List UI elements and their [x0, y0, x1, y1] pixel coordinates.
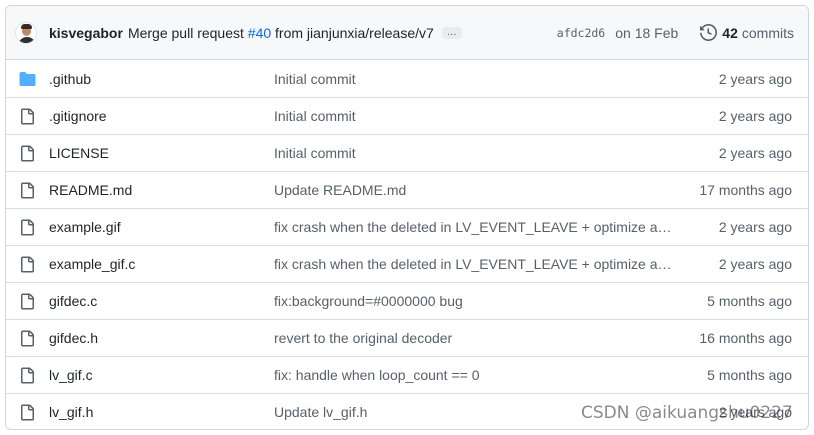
file-commit-message-link[interactable]: fix:background=#0000000 bug: [274, 293, 674, 309]
expand-message-button[interactable]: …: [441, 26, 462, 39]
file-name-link[interactable]: .github: [49, 71, 91, 87]
file-icon: [18, 255, 36, 273]
file-icon: [18, 366, 36, 384]
commit-date: on 18 Feb: [615, 24, 679, 41]
file-row[interactable]: lv_gif.c fix: handle when loop_count == 0…: [6, 356, 808, 393]
file-name-link[interactable]: LICENSE: [49, 145, 109, 161]
file-commit-message-link[interactable]: Update README.md: [274, 182, 674, 198]
file-commit-age: 2 years ago: [718, 70, 792, 87]
file-name-link[interactable]: example_gif.c: [49, 256, 135, 272]
commit-count: 42: [722, 24, 738, 41]
file-name-link[interactable]: gifdec.h: [49, 330, 98, 346]
file-icon: [18, 181, 36, 199]
file-row[interactable]: example.gif fix crash when the deleted in…: [6, 208, 808, 245]
commit-count-label: commits: [741, 24, 794, 41]
commit-author[interactable]: kisvegabor: [49, 25, 123, 41]
author-avatar[interactable]: [15, 21, 37, 44]
latest-commit-bar: kisvegabor Merge pull request #40 from j…: [6, 6, 808, 60]
file-list: .github Initial commit 2 years ago .gitigno…: [6, 60, 808, 429]
file-commit-message-link[interactable]: Initial commit: [274, 145, 674, 161]
file-commit-message-link[interactable]: fix crash when the deleted in LV_EVENT_L…: [274, 219, 674, 235]
file-browser: kisvegabor Merge pull request #40 from j…: [5, 5, 809, 430]
file-commit-age: 2 years ago: [718, 219, 792, 235]
file-row[interactable]: example_gif.c fix crash when the deleted …: [6, 245, 808, 282]
file-commit-message-link[interactable]: revert to the original decoder: [274, 330, 674, 346]
file-row[interactable]: README.md Update README.md 17 months ago: [6, 171, 808, 208]
file-commit-age: 2 years ago: [718, 145, 792, 161]
file-row[interactable]: gifdec.c fix:background=#0000000 bug 5 mon…: [6, 282, 808, 319]
file-icon: [18, 218, 36, 236]
file-icon: [18, 292, 36, 310]
file-name-link[interactable]: README.md: [49, 182, 132, 198]
file-commit-age: 16 months ago: [699, 330, 792, 346]
file-commit-message-link[interactable]: Initial commit: [274, 108, 674, 124]
file-row[interactable]: .github Initial commit 2 years ago: [6, 60, 808, 97]
commit-history-link[interactable]: 42 commits: [700, 24, 794, 41]
commit-message[interactable]: Merge pull request #40 from jianjunxia/r…: [128, 25, 434, 41]
file-row[interactable]: gifdec.h revert to the original decoder 16…: [6, 319, 808, 356]
file-icon: [18, 329, 36, 347]
file-name-link[interactable]: lv_gif.h: [49, 404, 93, 420]
history-icon: [700, 24, 718, 41]
file-icon: [18, 144, 36, 162]
file-row[interactable]: LICENSE Initial commit 2 years ago: [6, 134, 808, 171]
file-row[interactable]: .gitignore Initial commit 2 years ago: [6, 97, 808, 134]
commit-message-suffix[interactable]: from jianjunxia/release/v7: [275, 25, 434, 41]
pull-request-link[interactable]: #40: [248, 25, 271, 41]
file-icon: [18, 403, 36, 421]
file-commit-message-link[interactable]: Initial commit: [274, 71, 674, 87]
file-name-link[interactable]: example.gif: [49, 219, 121, 235]
file-name-link[interactable]: lv_gif.c: [49, 367, 93, 383]
file-name-link[interactable]: gifdec.c: [49, 293, 97, 309]
commit-sha[interactable]: afdc2d6: [557, 26, 605, 40]
file-commit-age: 5 months ago: [707, 293, 792, 309]
file-icon: [18, 107, 36, 125]
watermark: CSDN @aikuangshu0227: [581, 403, 793, 423]
file-commit-age: 5 months ago: [707, 367, 792, 383]
file-commit-age: 2 years ago: [718, 256, 792, 272]
file-commit-message-link[interactable]: fix: handle when loop_count == 0: [274, 367, 674, 383]
file-commit-age: 2 years ago: [718, 108, 792, 124]
file-commit-age: 17 months ago: [699, 182, 792, 198]
file-commit-message-link[interactable]: fix crash when the deleted in LV_EVENT_L…: [274, 256, 674, 272]
folder-icon: [18, 70, 36, 88]
file-name-link[interactable]: .gitignore: [49, 108, 107, 124]
commit-message-prefix[interactable]: Merge pull request: [128, 25, 244, 41]
